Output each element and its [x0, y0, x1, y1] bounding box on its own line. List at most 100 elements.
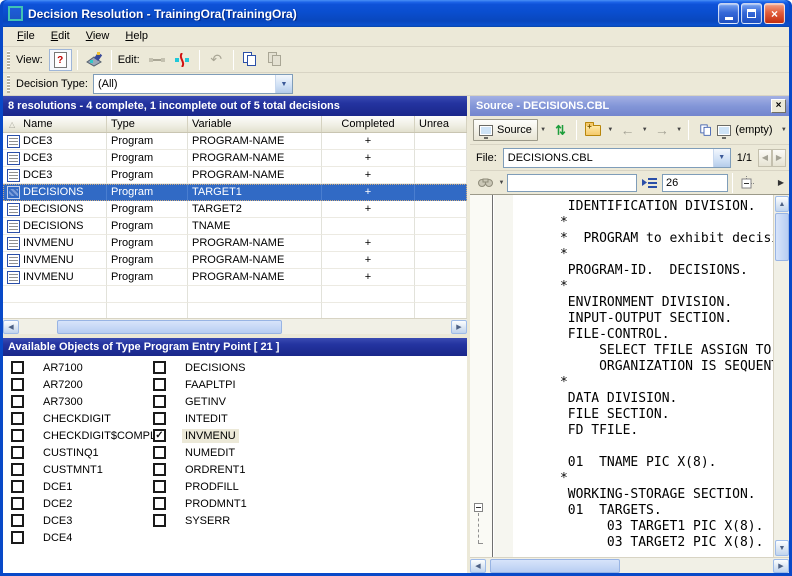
object-checkbox[interactable]: [11, 412, 24, 425]
object-checkbox[interactable]: [153, 480, 166, 493]
column-header-variable[interactable]: Variable: [188, 116, 322, 132]
back-dropdown[interactable]: ▼: [640, 119, 650, 141]
next-file-button[interactable]: ▶: [772, 149, 786, 167]
table-row[interactable]: [3, 286, 467, 303]
toolbar-grip[interactable]: [7, 75, 10, 93]
toolbar-grip[interactable]: [7, 51, 10, 69]
table-row[interactable]: DECISIONSProgramTARGET1+: [3, 184, 467, 201]
object-checkbox[interactable]: [11, 531, 24, 544]
table-row[interactable]: DCE3ProgramPROGRAM-NAME+: [3, 133, 467, 150]
join-decision-button[interactable]: [146, 49, 169, 71]
folder-dropdown[interactable]: ▼: [605, 119, 615, 141]
scroll-right-button[interactable]: ▶: [773, 559, 789, 573]
table-row[interactable]: INVMENUProgramPROGRAM-NAME+: [3, 252, 467, 269]
source-view-dropdown[interactable]: ▼: [538, 119, 548, 141]
search-input[interactable]: [507, 174, 637, 192]
column-header-completed[interactable]: Completed: [322, 116, 415, 132]
object-item[interactable]: FAAPLTPI: [153, 376, 250, 393]
object-checkbox[interactable]: [153, 514, 166, 527]
maximize-button[interactable]: [741, 3, 762, 24]
copy-button[interactable]: [239, 49, 262, 71]
forward-button[interactable]: →: [651, 119, 673, 141]
close-button[interactable]: ×: [764, 3, 785, 24]
object-item[interactable]: CUSTMNT1: [11, 461, 159, 478]
find-dropdown[interactable]: ▼: [496, 172, 507, 194]
object-checkbox[interactable]: [11, 395, 24, 408]
object-item[interactable]: NUMEDIT: [153, 444, 250, 461]
scroll-right-button[interactable]: ▶: [451, 320, 467, 334]
app-icon[interactable]: [8, 6, 23, 21]
scroll-down-button[interactable]: ▼: [775, 540, 789, 556]
break-decision-button[interactable]: [171, 49, 194, 71]
menu-file[interactable]: File: [9, 28, 43, 45]
scroll-left-button[interactable]: ◀: [470, 559, 486, 573]
source-view-button[interactable]: Source: [473, 119, 538, 141]
object-checkbox[interactable]: [153, 412, 166, 425]
dropdown-button[interactable]: ▼: [275, 75, 292, 93]
object-checkbox[interactable]: [153, 497, 166, 510]
object-item[interactable]: DCE4: [11, 529, 159, 546]
object-item[interactable]: DCE1: [11, 478, 159, 495]
code-horizontal-scrollbar[interactable]: ◀ ▶: [470, 557, 789, 573]
object-checkbox[interactable]: [11, 446, 24, 459]
table-row[interactable]: DCE3ProgramPROGRAM-NAME+: [3, 150, 467, 167]
object-checkbox[interactable]: [153, 361, 166, 374]
object-checkbox[interactable]: [11, 429, 24, 442]
code-vertical-scrollbar[interactable]: ▲ ▼: [773, 195, 789, 557]
context-selector[interactable]: (empty): [693, 119, 778, 141]
object-checkbox[interactable]: ✓: [153, 429, 166, 442]
back-button[interactable]: ←: [617, 119, 639, 141]
decision-type-combobox[interactable]: (All) ▼: [93, 74, 293, 94]
refresh-button[interactable]: ⇄: [549, 119, 571, 141]
scroll-left-button[interactable]: ◀: [3, 320, 19, 334]
object-item[interactable]: INTEDIT: [153, 410, 250, 427]
object-item[interactable]: AR7100: [11, 359, 159, 376]
title-bar[interactable]: Decision Resolution - TrainingOra(Traini…: [3, 0, 789, 27]
object-item[interactable]: ORDRENT1: [153, 461, 250, 478]
object-item[interactable]: PRODMNT1: [153, 495, 250, 512]
column-header-type[interactable]: Type: [107, 116, 188, 132]
collapse-all-button[interactable]: [738, 172, 756, 194]
object-checkbox[interactable]: [11, 514, 24, 527]
object-item[interactable]: DCE3: [11, 512, 159, 529]
object-checkbox[interactable]: [11, 463, 24, 476]
table-row[interactable]: INVMENUProgramPROGRAM-NAME+: [3, 235, 467, 252]
fold-marker[interactable]: [474, 503, 483, 512]
scroll-up-button[interactable]: ▲: [775, 196, 789, 212]
object-item[interactable]: ✓INVMENU: [153, 427, 250, 444]
minimize-button[interactable]: [718, 3, 739, 24]
paste-button[interactable]: [264, 49, 287, 71]
object-checkbox[interactable]: [153, 446, 166, 459]
object-item[interactable]: PRODFILL: [153, 478, 250, 495]
table-row[interactable]: DECISIONSProgramTNAME: [3, 218, 467, 235]
view-diagram-button[interactable]: [83, 49, 106, 71]
object-item[interactable]: AR7200: [11, 376, 159, 393]
table-row[interactable]: DCE3ProgramPROGRAM-NAME+: [3, 167, 467, 184]
object-item[interactable]: CHECKDIGIT: [11, 410, 159, 427]
object-checkbox[interactable]: [11, 378, 24, 391]
line-number-input[interactable]: [662, 174, 728, 192]
object-item[interactable]: SYSERR: [153, 512, 250, 529]
toolbar-overflow-button[interactable]: ▶: [774, 172, 788, 194]
menu-view[interactable]: View: [78, 28, 118, 45]
object-checkbox[interactable]: [153, 395, 166, 408]
file-combobox[interactable]: DECISIONS.CBL ▼: [503, 148, 731, 168]
context-dropdown[interactable]: ▼: [779, 119, 789, 141]
object-checkbox[interactable]: [11, 497, 24, 510]
object-item[interactable]: DECISIONS: [153, 359, 250, 376]
find-button[interactable]: [475, 172, 495, 194]
scroll-thumb[interactable]: [57, 320, 282, 334]
table-row[interactable]: [3, 303, 467, 318]
code-viewer[interactable]: IDENTIFICATION DIVISION. * * PROGRAM to …: [470, 195, 789, 557]
object-checkbox[interactable]: [11, 480, 24, 493]
object-checkbox[interactable]: [153, 463, 166, 476]
object-item[interactable]: CUSTINQ1: [11, 444, 159, 461]
object-checkbox[interactable]: [11, 361, 24, 374]
object-item[interactable]: AR7300: [11, 393, 159, 410]
goto-line-button[interactable]: [638, 172, 661, 194]
view-report-button[interactable]: ?: [49, 49, 72, 71]
table-row[interactable]: INVMENUProgramPROGRAM-NAME+: [3, 269, 467, 286]
table-horizontal-scrollbar[interactable]: ◀ ▶: [3, 318, 467, 334]
object-checkbox[interactable]: [153, 378, 166, 391]
table-row[interactable]: DECISIONSProgramTARGET2+: [3, 201, 467, 218]
